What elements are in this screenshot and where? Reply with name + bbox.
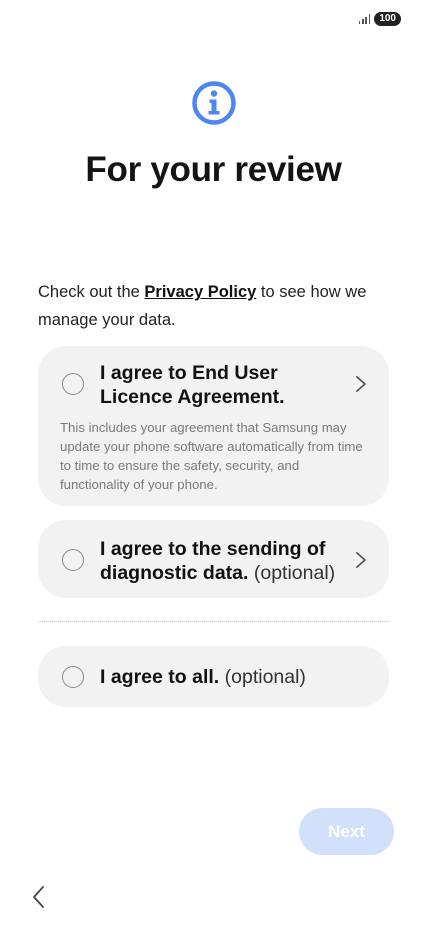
privacy-policy-link[interactable]: Privacy Policy — [144, 283, 256, 301]
info-icon — [192, 81, 236, 125]
diagnostic-radio[interactable] — [62, 549, 84, 571]
diagnostic-option-card[interactable]: I agree to the sending of diagnostic dat… — [38, 520, 389, 598]
back-button[interactable] — [30, 884, 48, 910]
intro-text: Check out the Privacy Policy to see how … — [38, 278, 393, 334]
chevron-left-icon — [33, 886, 44, 908]
chevron-right-icon[interactable] — [355, 551, 367, 569]
chevron-right-icon[interactable] — [355, 375, 367, 393]
eula-label: I agree to End User Licence Agreement. — [100, 362, 285, 408]
optional-tag: (optional) — [248, 562, 336, 584]
agree-all-label-text: I agree to all. — [100, 666, 220, 688]
signal-icon — [358, 14, 371, 24]
battery-indicator: 100 — [374, 12, 401, 26]
status-bar: 100 — [358, 12, 401, 26]
agree-all-option-card[interactable]: I agree to all. (optional) — [38, 646, 389, 707]
page-title: For your review — [85, 150, 342, 189]
intro-text-before: Check out the — [38, 283, 145, 301]
divider — [38, 621, 389, 622]
eula-radio[interactable] — [62, 373, 84, 395]
eula-option-card[interactable]: I agree to End User Licence Agreement. T… — [38, 346, 389, 506]
agree-all-radio[interactable] — [62, 666, 84, 688]
diagnostic-label: I agree to the sending of diagnostic dat… — [100, 537, 340, 585]
next-button[interactable]: Next — [299, 808, 394, 855]
optional-tag: (optional) — [219, 666, 306, 688]
agree-all-label: I agree to all. (optional) — [100, 665, 360, 689]
eula-description: This includes your agreement that Samsun… — [60, 420, 363, 492]
